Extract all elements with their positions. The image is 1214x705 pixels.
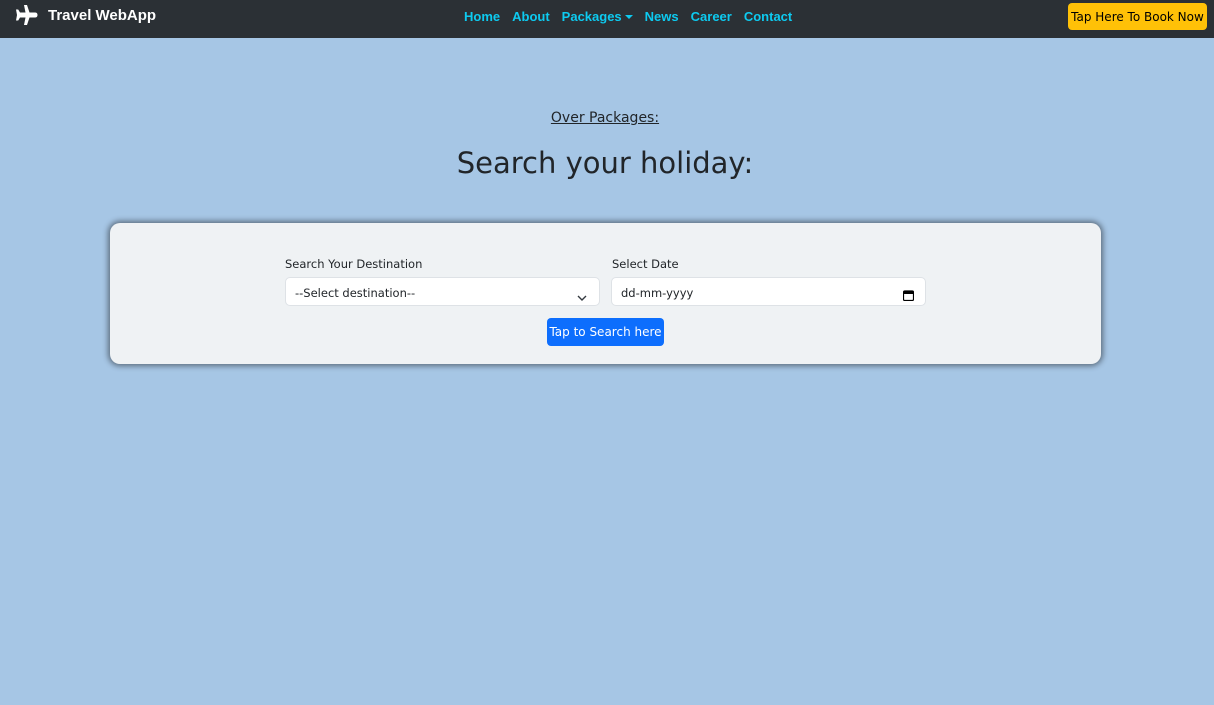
nav-link-contact[interactable]: Contact — [744, 9, 792, 24]
date-input[interactable]: dd-mm-yyyy — [611, 277, 926, 306]
destination-label: Search Your Destination — [285, 257, 423, 271]
destination-select-value: --Select destination-- — [295, 286, 416, 300]
search-card: Search Your Destination --Select destina… — [110, 223, 1101, 364]
nav-link-home[interactable]: Home — [464, 9, 500, 24]
date-label: Select Date — [612, 257, 679, 271]
brand-link[interactable]: Travel WebApp — [14, 4, 156, 26]
nav-link-news[interactable]: News — [645, 9, 679, 24]
navbar: Travel WebApp Home About Packages News C… — [0, 0, 1214, 38]
airplane-icon — [14, 4, 38, 26]
chevron-down-icon — [577, 287, 587, 301]
nav-link-about[interactable]: About — [512, 9, 550, 24]
brand-name: Travel WebApp — [48, 6, 157, 24]
book-now-button[interactable]: Tap Here To Book Now — [1068, 3, 1207, 30]
nav-dropdown-packages-label: Packages — [561, 9, 622, 24]
search-button[interactable]: Tap to Search here — [547, 318, 664, 346]
caret-down-icon — [624, 15, 633, 19]
nav-links: Home About Packages News Career Contact — [464, 9, 804, 24]
calendar-icon[interactable] — [902, 286, 915, 302]
date-input-placeholder: dd-mm-yyyy — [621, 286, 694, 300]
nav-dropdown-packages[interactable]: Packages — [562, 9, 633, 24]
destination-select[interactable]: --Select destination-- — [285, 277, 600, 306]
packages-subheading: Over Packages: — [550, 110, 660, 126]
page-title: Search your holiday: — [456, 146, 754, 180]
nav-link-career[interactable]: Career — [691, 9, 732, 24]
